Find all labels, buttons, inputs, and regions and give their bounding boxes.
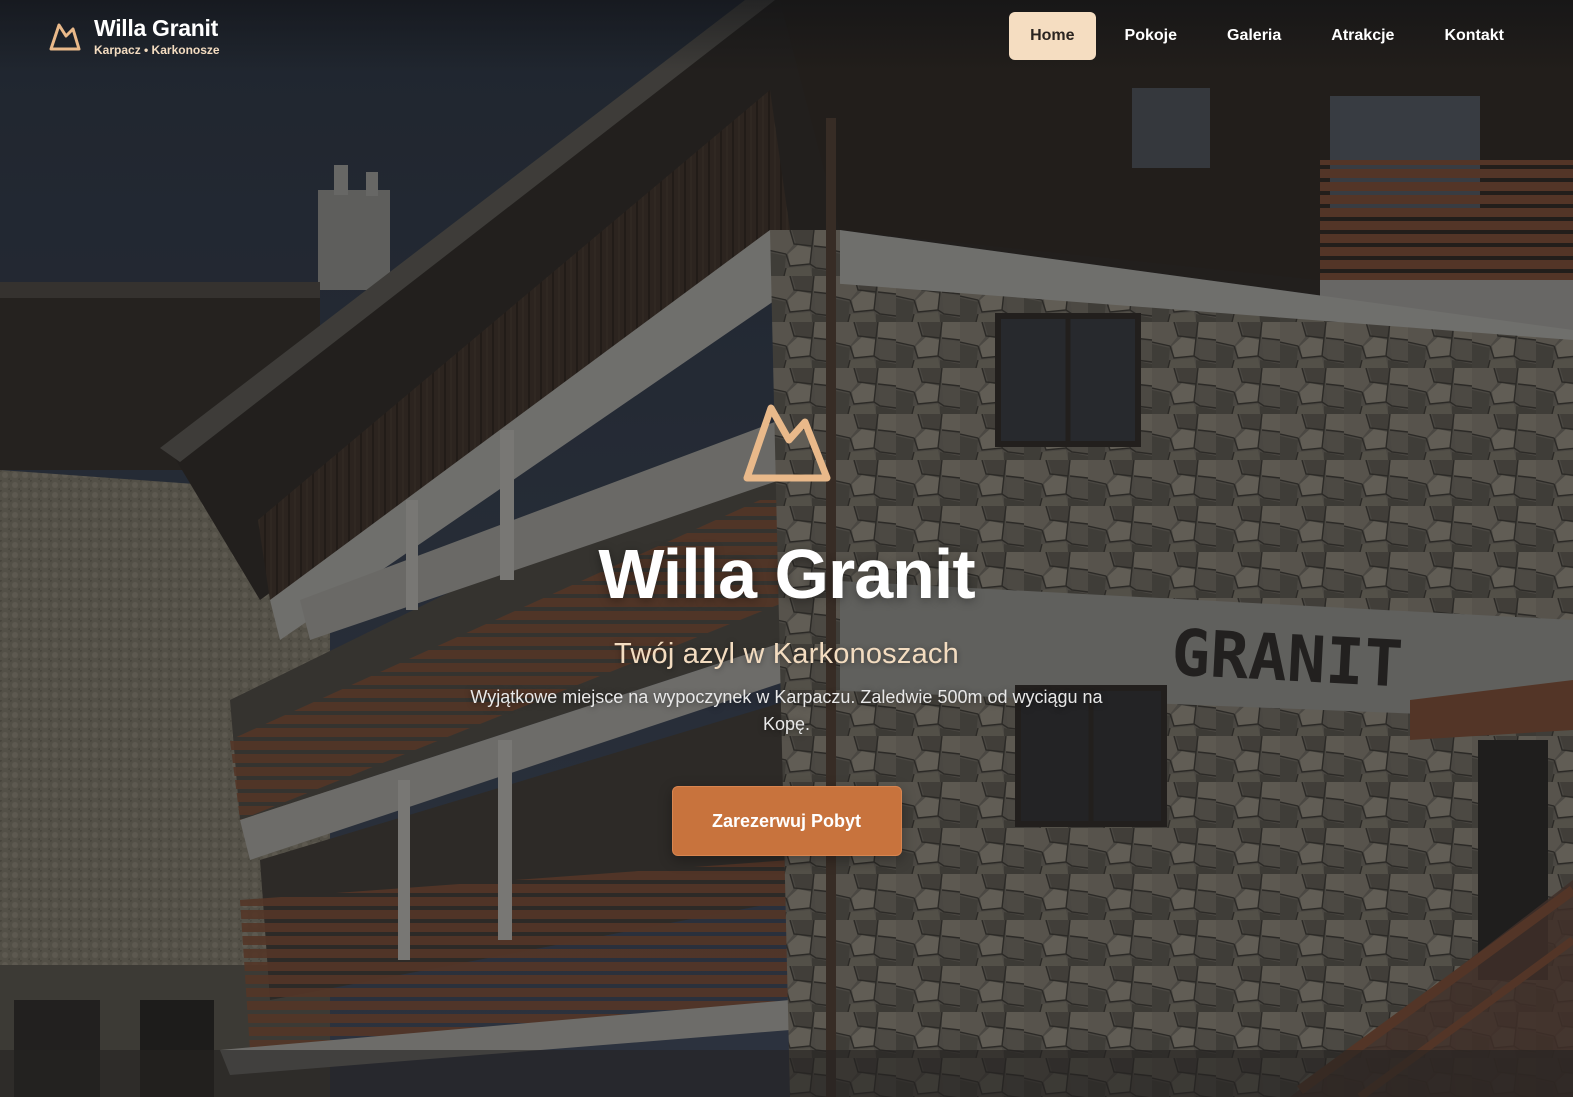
mountain-icon — [743, 404, 830, 482]
mountain-icon — [49, 23, 81, 51]
brand-title: Willa Granit — [94, 14, 218, 41]
nav-item-pokoje[interactable]: Pokoje — [1104, 12, 1198, 60]
hero-title: Willa Granit — [598, 535, 975, 613]
hero-section: GRANIT Willa Granit Karpacz • Karkonosze… — [0, 0, 1573, 1097]
reserve-stay-button[interactable]: Zarezerwuj Pobyt — [671, 786, 902, 856]
nav-item-atrakcje[interactable]: Atrakcje — [1310, 12, 1415, 60]
nav-item-home[interactable]: Home — [1009, 12, 1096, 60]
brand-subtitle: Karpacz • Karkonosze — [94, 42, 220, 57]
brand[interactable]: Willa Granit Karpacz • Karkonosze — [48, 15, 220, 58]
nav-item-galeria[interactable]: Galeria — [1206, 12, 1302, 60]
site-header: Willa Granit Karpacz • Karkonosze Home P… — [0, 0, 1573, 72]
main-nav: Home Pokoje Galeria Atrakcje Kontakt — [1009, 12, 1525, 60]
nav-item-kontakt[interactable]: Kontakt — [1423, 12, 1525, 60]
brand-text: Willa Granit Karpacz • Karkonosze — [94, 15, 220, 58]
hero-tagline: Twój azyl w Karkonoszach — [614, 638, 959, 670]
hero-content: Willa Granit Twój azyl w Karkonoszach Wy… — [0, 400, 1573, 856]
hero-description: Wyjątkowe miejsce na wypoczynek w Karpac… — [470, 687, 1103, 734]
